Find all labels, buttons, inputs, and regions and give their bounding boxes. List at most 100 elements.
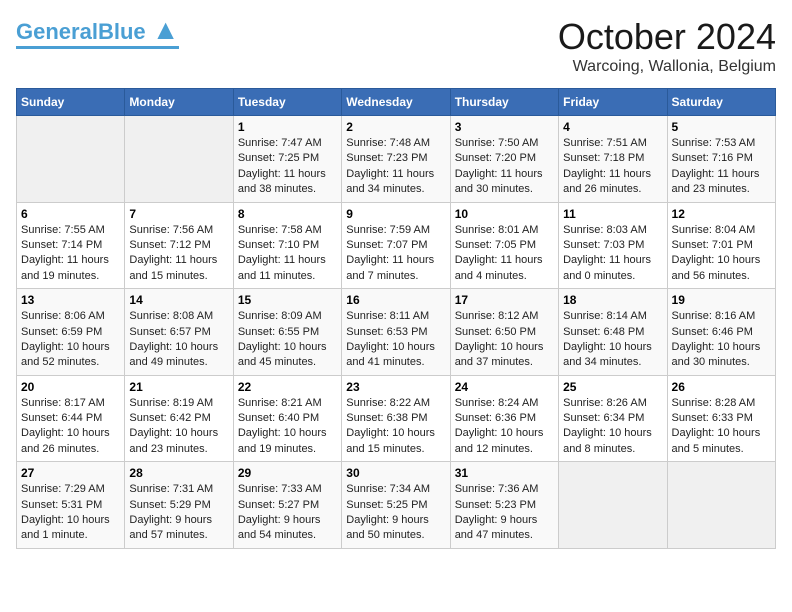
day-info: Sunrise: 8:17 AMSunset: 6:44 PMDaylight:… (21, 396, 120, 458)
calendar-cell: 8 Sunrise: 7:58 AMSunset: 7:10 PMDaylight… (233, 202, 341, 289)
day-info: Sunrise: 7:56 AMSunset: 7:12 PMDaylight:… (129, 223, 228, 285)
calendar-cell: 2Sunrise: 7:48 AMSunset: 7:23 PMDaylight… (342, 116, 450, 203)
day-number: 19 (672, 293, 771, 307)
calendar-cell (559, 462, 667, 549)
day-info: Sunrise: 7:34 AMSunset: 5:25 PMDaylight:… (346, 482, 445, 544)
day-headers-row: SundayMondayTuesdayWednesdayThursdayFrid… (17, 89, 776, 116)
calendar-cell: 29Sunrise: 7:33 AMSunset: 5:27 PMDayligh… (233, 462, 341, 549)
location-subtitle: Warcoing, Wallonia, Belgium (558, 58, 776, 76)
day-number: 22 (238, 380, 337, 394)
day-number: 28 (129, 466, 228, 480)
day-info: Sunrise: 8:11 AMSunset: 6:53 PMDaylight:… (346, 309, 445, 371)
day-number: 7 (129, 207, 228, 221)
calendar-cell: 16 Sunrise: 8:11 AMSunset: 6:53 PMDayligh… (342, 289, 450, 376)
day-info: Sunrise: 8:26 AMSunset: 6:34 PMDaylight:… (563, 396, 662, 458)
day-number: 15 (238, 293, 337, 307)
calendar-table: SundayMondayTuesdayWednesdayThursdayFrid… (16, 88, 776, 549)
calendar-week-row: 27Sunrise: 7:29 AMSunset: 5:31 PMDayligh… (17, 462, 776, 549)
calendar-cell: 24 Sunrise: 8:24 AMSunset: 6:36 PMDayligh… (450, 375, 558, 462)
calendar-cell: 26 Sunrise: 8:28 AMSunset: 6:33 PMDayligh… (667, 375, 775, 462)
day-info: Sunrise: 8:21 AMSunset: 6:40 PMDaylight:… (238, 396, 337, 458)
calendar-body: 1Sunrise: 7:47 AMSunset: 7:25 PMDaylight… (17, 116, 776, 549)
calendar-week-row: 13 Sunrise: 8:06 AMSunset: 6:59 PMDayligh… (17, 289, 776, 376)
day-number: 25 (563, 380, 662, 394)
day-number: 12 (672, 207, 771, 221)
logo-blue: Blue (98, 19, 146, 44)
day-number: 18 (563, 293, 662, 307)
day-info: Sunrise: 7:55 AMSunset: 7:14 PMDaylight:… (21, 223, 120, 285)
day-info: Sunrise: 8:28 AMSunset: 6:33 PMDaylight:… (672, 396, 771, 458)
calendar-cell: 14Sunrise: 8:08 AMSunset: 6:57 PMDayligh… (125, 289, 233, 376)
month-title: October 2024 (558, 16, 776, 58)
day-info: Sunrise: 8:09 AMSunset: 6:55 PMDaylight:… (238, 309, 337, 371)
day-header-sunday: Sunday (17, 89, 125, 116)
calendar-cell: 3 Sunrise: 7:50 AMSunset: 7:20 PMDaylight… (450, 116, 558, 203)
day-number: 14 (129, 293, 228, 307)
day-info: Sunrise: 8:22 AMSunset: 6:38 PMDaylight:… (346, 396, 445, 458)
day-number: 8 (238, 207, 337, 221)
day-header-thursday: Thursday (450, 89, 558, 116)
day-info: Sunrise: 7:59 AMSunset: 7:07 PMDaylight:… (346, 223, 445, 285)
day-info: Sunrise: 8:04 AMSunset: 7:01 PMDaylight:… (672, 223, 771, 285)
calendar-cell: 11Sunrise: 8:03 AMSunset: 7:03 PMDayligh… (559, 202, 667, 289)
calendar-cell: 5 Sunrise: 7:53 AMSunset: 7:16 PMDaylight… (667, 116, 775, 203)
calendar-cell: 28 Sunrise: 7:31 AMSunset: 5:29 PMDayligh… (125, 462, 233, 549)
day-info: Sunrise: 7:50 AMSunset: 7:20 PMDaylight:… (455, 136, 554, 198)
calendar-cell: 19 Sunrise: 8:16 AMSunset: 6:46 PMDayligh… (667, 289, 775, 376)
calendar-cell: 30 Sunrise: 7:34 AMSunset: 5:25 PMDayligh… (342, 462, 450, 549)
day-number: 9 (346, 207, 445, 221)
day-info: Sunrise: 7:58 AMSunset: 7:10 PMDaylight:… (238, 223, 337, 285)
day-header-wednesday: Wednesday (342, 89, 450, 116)
calendar-cell (17, 116, 125, 203)
day-info: Sunrise: 7:31 AMSunset: 5:29 PMDaylight:… (129, 482, 228, 544)
day-number: 3 (455, 120, 554, 134)
calendar-cell: 22 Sunrise: 8:21 AMSunset: 6:40 PMDayligh… (233, 375, 341, 462)
calendar-cell: 17Sunrise: 8:12 AMSunset: 6:50 PMDayligh… (450, 289, 558, 376)
day-number: 16 (346, 293, 445, 307)
calendar-cell: 12 Sunrise: 8:04 AMSunset: 7:01 PMDayligh… (667, 202, 775, 289)
day-number: 30 (346, 466, 445, 480)
calendar-cell: 15 Sunrise: 8:09 AMSunset: 6:55 PMDayligh… (233, 289, 341, 376)
day-number: 23 (346, 380, 445, 394)
day-number: 5 (672, 120, 771, 134)
day-number: 20 (21, 380, 120, 394)
day-number: 31 (455, 466, 554, 480)
calendar-cell: 7 Sunrise: 7:56 AMSunset: 7:12 PMDaylight… (125, 202, 233, 289)
calendar-cell: 21Sunrise: 8:19 AMSunset: 6:42 PMDayligh… (125, 375, 233, 462)
calendar-cell: 9 Sunrise: 7:59 AMSunset: 7:07 PMDaylight… (342, 202, 450, 289)
day-info: Sunrise: 7:48 AMSunset: 7:23 PMDaylight:… (346, 136, 445, 198)
day-info: Sunrise: 8:01 AMSunset: 7:05 PMDaylight:… (455, 223, 554, 285)
day-number: 11 (563, 207, 662, 221)
day-header-saturday: Saturday (667, 89, 775, 116)
calendar-cell: 4Sunrise: 7:51 AMSunset: 7:18 PMDaylight… (559, 116, 667, 203)
calendar-cell: 13 Sunrise: 8:06 AMSunset: 6:59 PMDayligh… (17, 289, 125, 376)
calendar-week-row: 20 Sunrise: 8:17 AMSunset: 6:44 PMDayligh… (17, 375, 776, 462)
calendar-cell: 18Sunrise: 8:14 AMSunset: 6:48 PMDayligh… (559, 289, 667, 376)
day-number: 26 (672, 380, 771, 394)
calendar-cell (667, 462, 775, 549)
calendar-cell: 20 Sunrise: 8:17 AMSunset: 6:44 PMDayligh… (17, 375, 125, 462)
day-info: Sunrise: 7:33 AMSunset: 5:27 PMDaylight:… (238, 482, 337, 544)
calendar-cell: 23 Sunrise: 8:22 AMSunset: 6:38 PMDayligh… (342, 375, 450, 462)
calendar-cell: 6Sunrise: 7:55 AMSunset: 7:14 PMDaylight… (17, 202, 125, 289)
calendar-week-row: 1Sunrise: 7:47 AMSunset: 7:25 PMDaylight… (17, 116, 776, 203)
day-info: Sunrise: 7:29 AMSunset: 5:31 PMDaylight:… (21, 482, 120, 544)
logo: GeneralBlue ▲ (16, 16, 179, 49)
calendar-header: SundayMondayTuesdayWednesdayThursdayFrid… (17, 89, 776, 116)
day-info: Sunrise: 7:53 AMSunset: 7:16 PMDaylight:… (672, 136, 771, 198)
day-info: Sunrise: 8:12 AMSunset: 6:50 PMDaylight:… (455, 309, 554, 371)
day-info: Sunrise: 8:16 AMSunset: 6:46 PMDaylight:… (672, 309, 771, 371)
day-info: Sunrise: 8:19 AMSunset: 6:42 PMDaylight:… (129, 396, 228, 458)
calendar-week-row: 6Sunrise: 7:55 AMSunset: 7:14 PMDaylight… (17, 202, 776, 289)
calendar-cell: 25 Sunrise: 8:26 AMSunset: 6:34 PMDayligh… (559, 375, 667, 462)
logo-wave-icon: ▲ (152, 14, 180, 45)
calendar-cell: 10Sunrise: 8:01 AMSunset: 7:05 PMDayligh… (450, 202, 558, 289)
day-number: 13 (21, 293, 120, 307)
day-info: Sunrise: 7:47 AMSunset: 7:25 PMDaylight:… (238, 136, 337, 198)
day-info: Sunrise: 8:06 AMSunset: 6:59 PMDaylight:… (21, 309, 120, 371)
day-number: 24 (455, 380, 554, 394)
calendar-cell: 1Sunrise: 7:47 AMSunset: 7:25 PMDaylight… (233, 116, 341, 203)
title-block: October 2024 Warcoing, Wallonia, Belgium (558, 16, 776, 76)
day-info: Sunrise: 8:24 AMSunset: 6:36 PMDaylight:… (455, 396, 554, 458)
page-header: GeneralBlue ▲ October 2024 Warcoing, Wal… (16, 16, 776, 76)
